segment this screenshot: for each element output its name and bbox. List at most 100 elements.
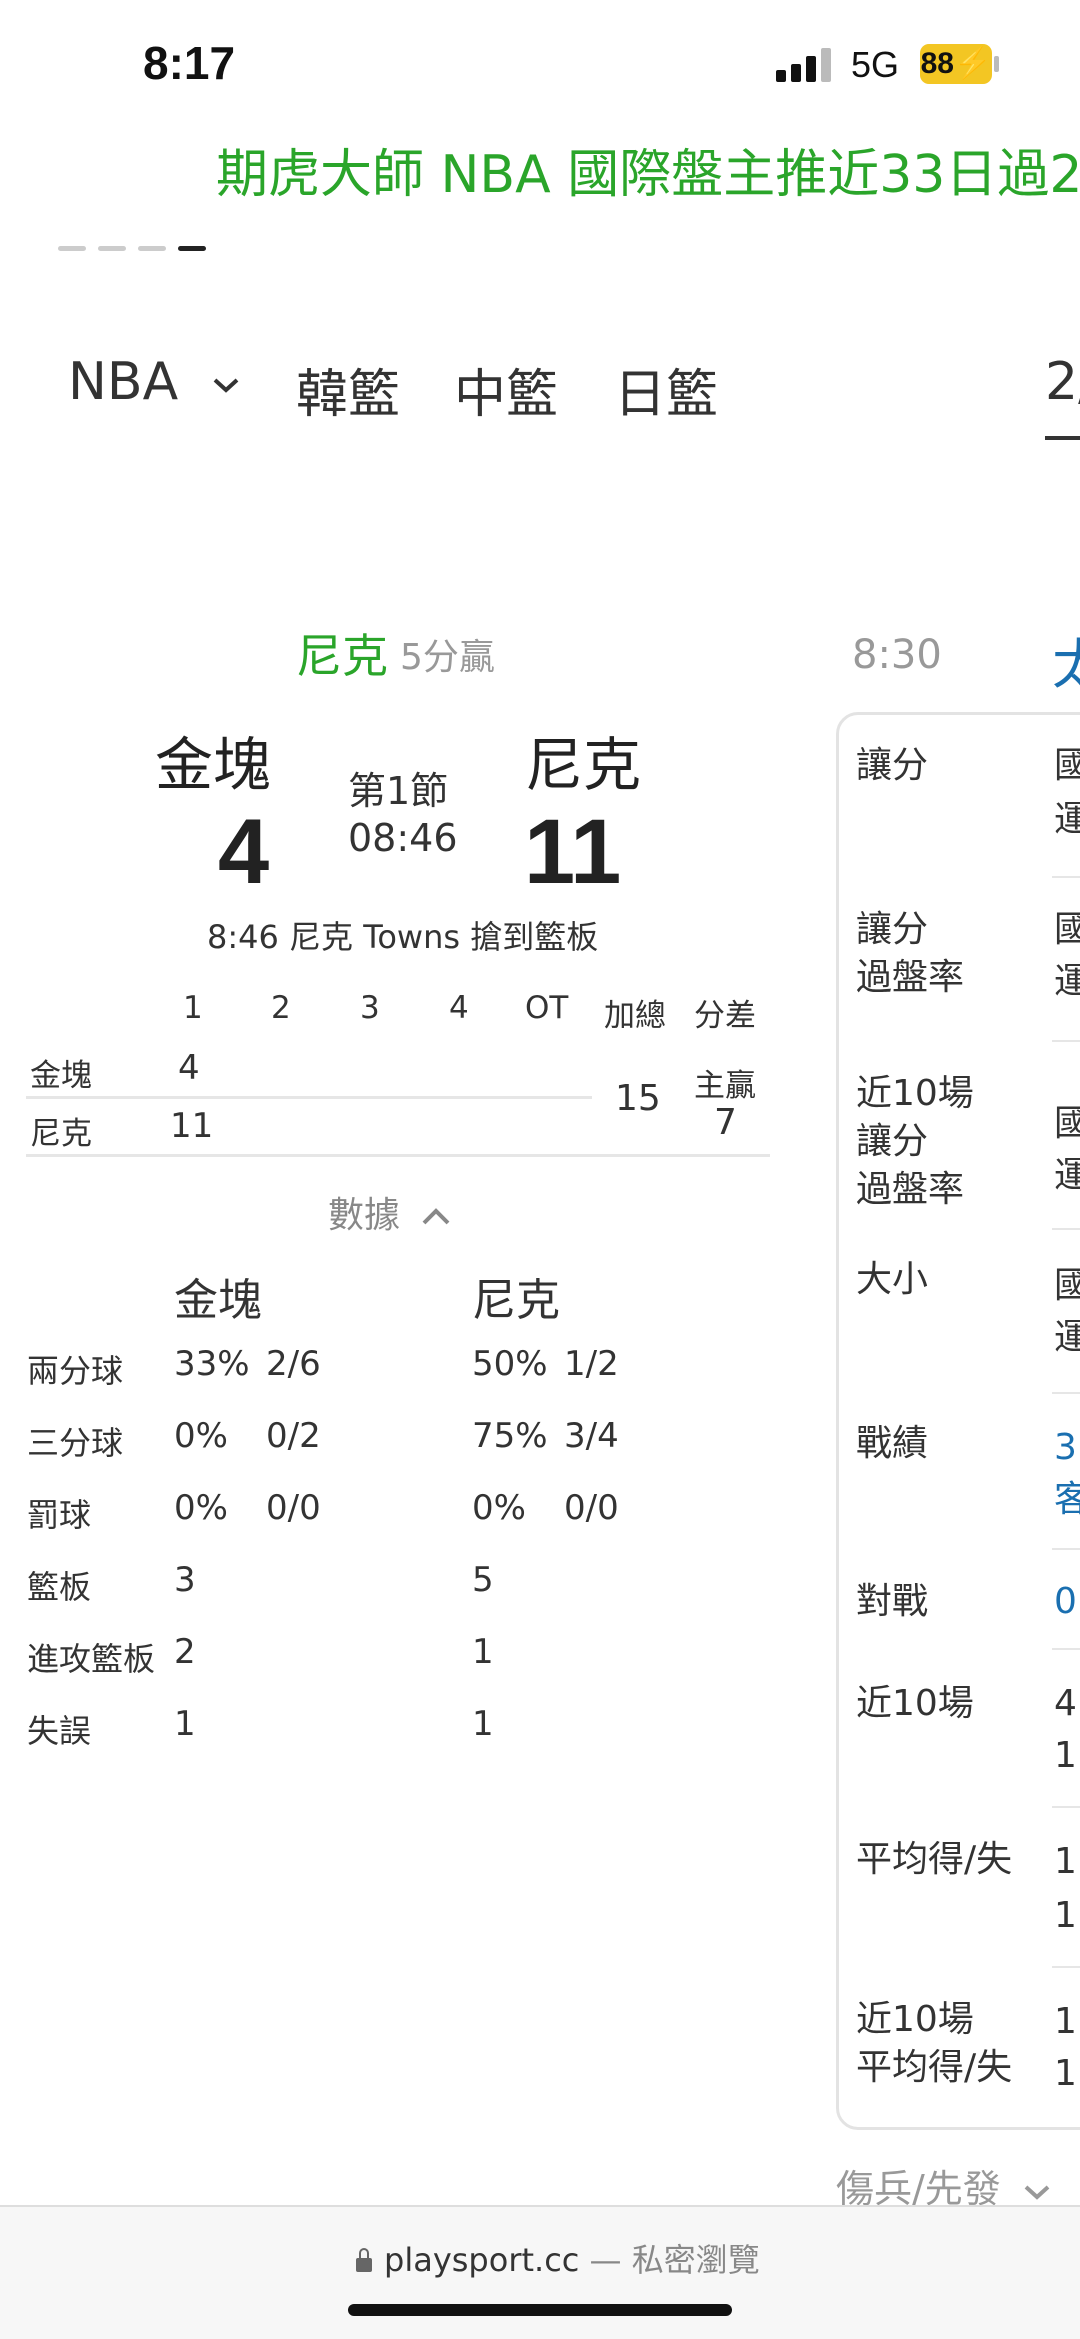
stats-b-pct: 0% [472,1488,526,1528]
card-label-head-to-head: 對戰 [856,1581,929,1622]
stats-toggle[interactable]: 數據 [328,1186,453,1238]
card-value: 1 [1054,1895,1077,1936]
stats-label: 籃板 [27,1568,92,1606]
combined-total: 15 [615,1078,661,1119]
col-header-q4: 4 [449,990,469,1026]
card-label-spread-rate: 讓分 過盤率 [856,909,965,998]
card-value: 國 [1054,909,1080,950]
stats-b-made: 1/2 [564,1344,619,1384]
stats-a-value: 3 [174,1560,196,1600]
next-game-title[interactable]: 太 [1052,620,1080,699]
stats-a-value: 2 [174,1632,196,1672]
col-header-q3: 3 [360,990,380,1026]
tab-active-underline [1045,436,1080,440]
stats-b-made: 3/4 [564,1416,619,1456]
game-period: 第1節 [348,769,449,813]
card-label-avg-points: 平均得/失 [856,1839,1013,1880]
stats-label: 罰球 [27,1496,92,1534]
card-label-spread: 讓分 [856,745,929,786]
col-header-q2: 2 [271,990,291,1026]
battery-level: 88 [920,47,954,80]
home-team-name: 尼克 [525,731,642,799]
winner-team: 尼克 [296,629,388,683]
private-mode-label: — 私密瀏覽 [589,2241,760,2279]
cellular-signal-icon [776,48,834,82]
stats-label: 進攻籃板 [27,1640,156,1678]
col-header-diff: 分差 [694,998,756,1034]
chevron-down-icon [213,378,239,393]
card-label-over-under: 大小 [856,1259,929,1300]
card-value-link[interactable]: 客 [1054,1476,1080,1524]
card-divider [1052,1548,1080,1550]
stats-label: 三分球 [27,1424,124,1462]
col-header-total: 加總 [604,998,666,1034]
stats-a-pct: 33% [174,1344,250,1384]
card-label-last10-spread-rate: 近10場 讓分 過盤率 [856,1073,974,1210]
tab-korea-basketball[interactable]: 韓籃 [296,352,400,427]
game-clock: 08:46 [348,816,458,860]
card-value: 運 [1054,961,1080,1002]
carousel-dot-active[interactable] [178,246,206,251]
chevron-up-icon [423,1208,450,1225]
carousel-dot[interactable] [58,246,86,251]
tab-nba[interactable]: NBA [68,352,243,412]
lock-icon [356,2248,372,2272]
table-row-team: 尼克 [30,1116,92,1152]
winner-margin: 5分贏 [400,637,495,678]
card-value-link[interactable]: 3 [1054,1424,1080,1472]
card-divider [1052,1806,1080,1808]
stats-b-value: 5 [472,1560,494,1600]
card-label-last10-avg-points: 近10場 平均得/失 [856,1999,1013,2088]
battery-nub [994,56,999,72]
col-header-q1: 1 [183,990,203,1026]
stats-b-value: 1 [472,1704,494,1744]
carousel-dot[interactable] [138,246,166,251]
card-value: 運 [1054,799,1080,840]
card-value: 1 [1054,1841,1077,1882]
row-divider [26,1096,592,1099]
stats-b-pct: 75% [472,1416,548,1456]
card-divider [1052,1966,1080,1968]
network-type: 5G [851,44,900,85]
last-play: 8:46 尼克 Towns 搶到籃板 [207,918,599,956]
stats-a-value: 1 [174,1704,196,1744]
away-team-name: 金塊 [155,731,272,799]
stats-label: 兩分球 [27,1352,124,1390]
table-row-team: 金塊 [30,1058,92,1094]
stats-team-a: 金塊 [174,1275,262,1326]
next-game-time: 8:30 [852,632,942,678]
card-divider [1052,1040,1080,1042]
url-text: playsport.cc [384,2241,580,2279]
status-time: 8:17 [143,37,236,89]
stats-a-pct: 0% [174,1488,228,1528]
home-indicator[interactable] [348,2304,732,2316]
card-value: 國 [1054,1103,1080,1144]
table-cell-q1: 11 [170,1106,214,1146]
address-bar[interactable]: playsport.cc — 私密瀏覽 [356,2235,760,2281]
stats-team-b: 尼克 [472,1275,560,1326]
stats-a-made: 2/6 [266,1344,321,1384]
card-value: 運 [1054,1317,1080,1358]
card-value: 國 [1054,745,1080,786]
carousel-dot[interactable] [98,246,126,251]
promo-marquee[interactable]: 期虎大師 NBA 國際盤主推近33日過27 [216,132,1080,207]
away-team-score: 4 [218,801,270,903]
card-value: 1 [1054,1735,1077,1776]
table-bottom-divider [26,1154,770,1157]
stats-a-made: 0/2 [266,1416,321,1456]
stats-b-value: 1 [472,1632,494,1672]
card-value-link[interactable]: 0 [1054,1578,1080,1626]
card-value: 1 [1054,2053,1077,2094]
tab-japan-basketball[interactable]: 日籃 [614,352,718,427]
stats-toggle-label: 數據 [328,1195,401,1236]
table-cell-q1: 4 [178,1048,200,1088]
stats-a-made: 0/0 [266,1488,321,1528]
stats-a-pct: 0% [174,1416,228,1456]
tab-date[interactable]: 2/ [1045,352,1080,412]
battery-icon: 88⚡ [920,44,992,84]
stats-b-made: 0/0 [564,1488,619,1528]
tab-china-basketball[interactable]: 中籃 [454,352,558,427]
home-team-score: 11 [524,801,622,903]
card-divider [1052,1648,1080,1650]
stats-b-pct: 50% [472,1344,548,1384]
